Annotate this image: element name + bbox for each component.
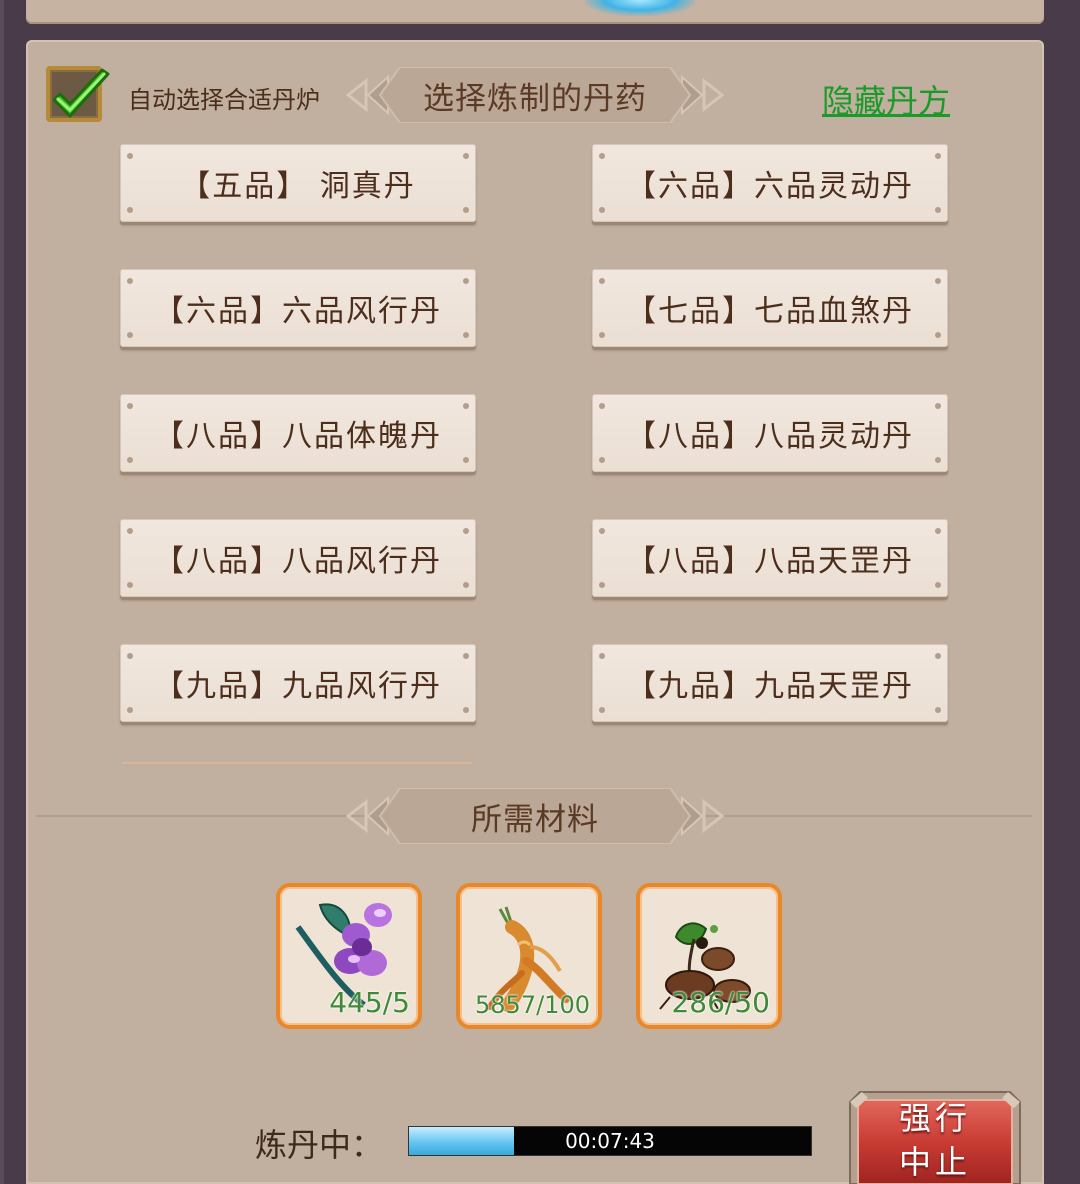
auto-select-label: 自动选择合适丹炉	[128, 86, 320, 114]
recipe-button-8[interactable]: 【八品】八品天罡丹	[592, 519, 948, 597]
furnace-glow	[585, 0, 695, 16]
recipe-label: 【八品】八品体魄丹	[154, 419, 442, 454]
stop-label-line2: 中止	[898, 1143, 971, 1181]
material-count: 445/5	[329, 986, 410, 1019]
recipe-button-6[interactable]: 【八品】八品灵动丹	[592, 394, 948, 472]
left-edge	[0, 0, 4, 1184]
remaining-time: 00:07:43	[565, 1129, 655, 1153]
top-panel	[26, 0, 1044, 24]
recipe-label: 【八品】八品灵动丹	[626, 419, 914, 454]
material-slot-3[interactable]: 286/50	[636, 883, 782, 1029]
recipe-button-4[interactable]: 【七品】七品血煞丹	[592, 269, 948, 347]
recipes-header: 选择炼制的丹药	[340, 67, 730, 123]
stop-label-line1: 强行	[898, 1099, 971, 1137]
recipe-button-3[interactable]: 【六品】六品风行丹	[120, 269, 476, 347]
material-count: 5857/100	[475, 991, 590, 1019]
recipes-header-title: 选择炼制的丹药	[423, 80, 647, 117]
recipe-button-10[interactable]: 【九品】九品天罡丹	[592, 644, 948, 722]
recipe-label: 【九品】九品天罡丹	[626, 669, 914, 704]
recipe-button-5[interactable]: 【八品】八品体魄丹	[120, 394, 476, 472]
hide-recipes-link[interactable]: 隐藏丹方	[822, 76, 950, 122]
recipe-button-9[interactable]: 【九品】九品风行丹	[120, 644, 476, 722]
materials-header-title: 所需材料	[471, 801, 599, 838]
material-slot-1[interactable]: 445/5	[276, 883, 422, 1029]
force-stop-button[interactable]: 强行 中止	[846, 1088, 1024, 1184]
recipe-button-2[interactable]: 【六品】六品灵动丹	[592, 144, 948, 222]
recipe-label: 【六品】六品风行丹	[154, 294, 442, 329]
recipe-label: 【七品】七品血煞丹	[626, 294, 914, 329]
recipe-button-7[interactable]: 【八品】八品风行丹	[120, 519, 476, 597]
recipe-label: 【九品】九品风行丹	[154, 669, 442, 704]
refining-progress-bar: 00:07:43	[408, 1126, 812, 1156]
materials-header: 所需材料	[340, 788, 730, 844]
refining-status-label: 炼丹中：	[255, 1126, 384, 1164]
auto-select-checkbox[interactable]	[46, 66, 110, 122]
material-slot-2[interactable]: 5857/100	[456, 883, 602, 1029]
list-scroll-divider	[122, 762, 472, 764]
recipe-label: 【八品】八品天罡丹	[626, 544, 914, 579]
material-count: 286/50	[671, 986, 770, 1019]
recipe-label: 【六品】六品灵动丹	[626, 169, 914, 204]
checkmark-icon	[52, 68, 110, 118]
recipe-label: 【五品】 洞真丹	[180, 169, 416, 204]
recipe-label: 【八品】八品风行丹	[154, 544, 442, 579]
recipe-button-1[interactable]: 【五品】 洞真丹	[120, 144, 476, 222]
